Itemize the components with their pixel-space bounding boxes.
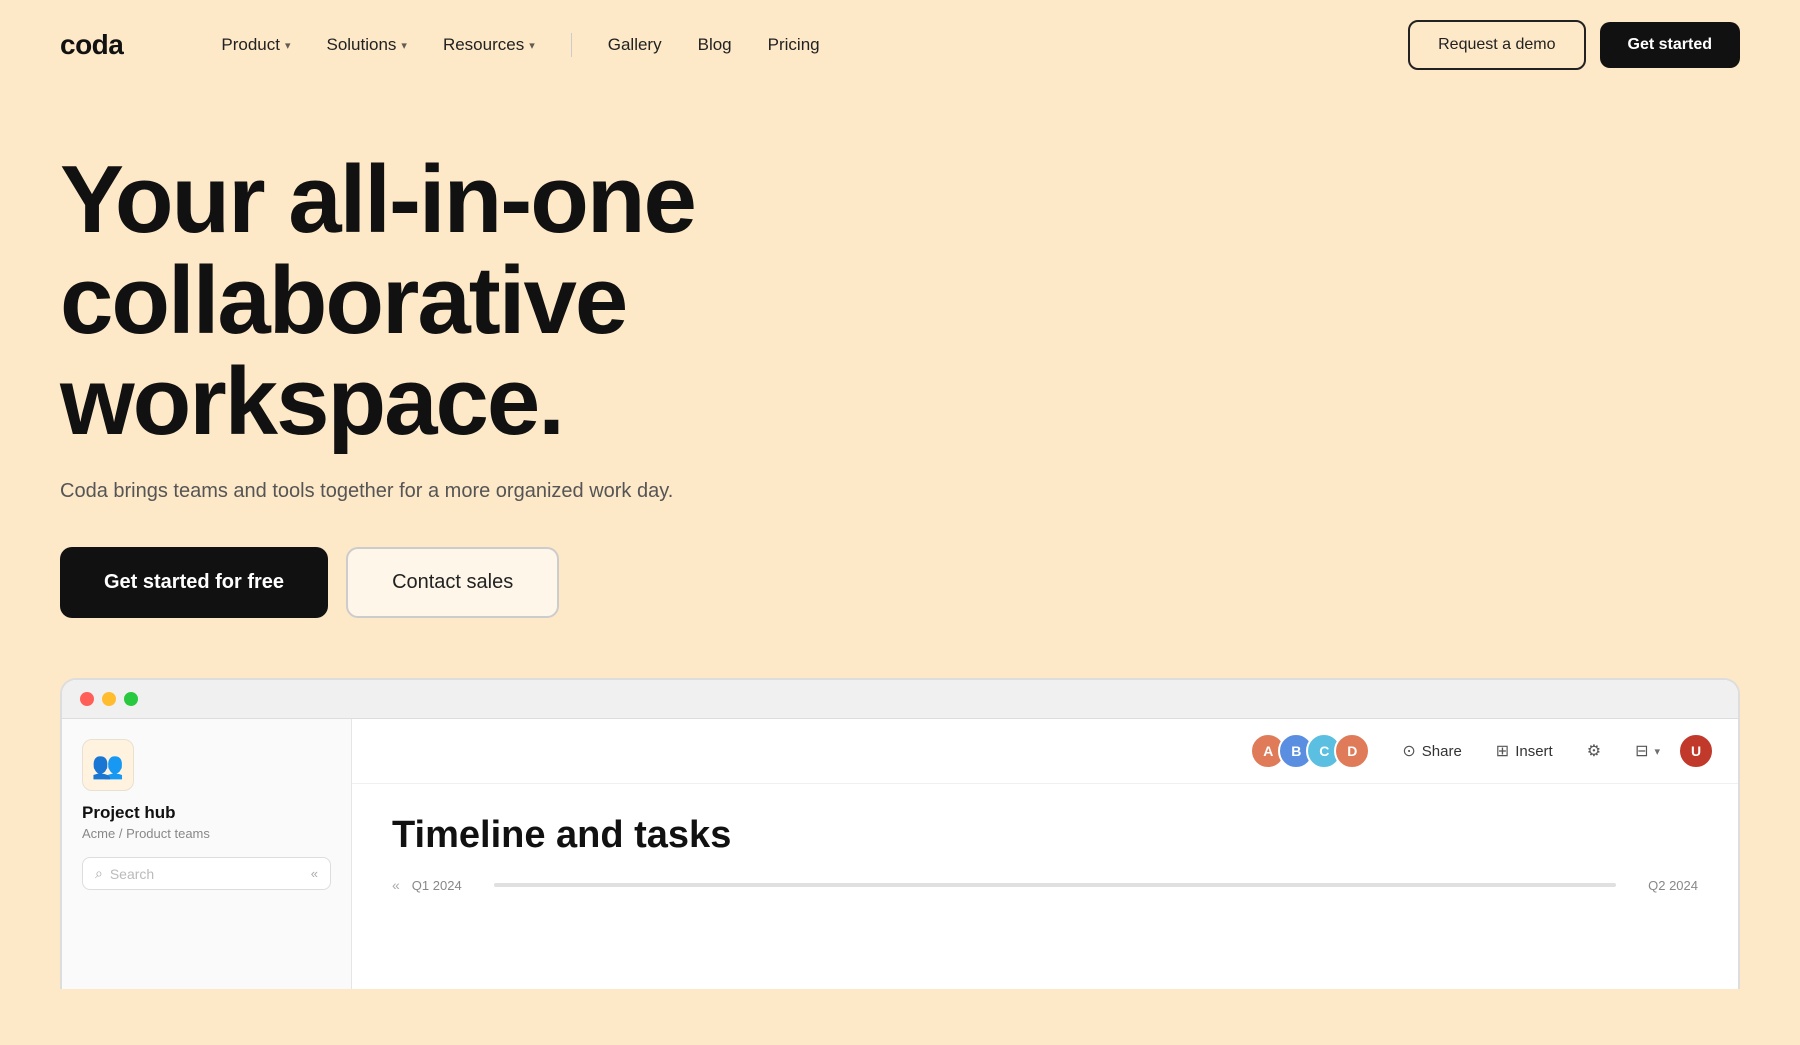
nav-product[interactable]: Product ▾ bbox=[203, 27, 308, 63]
nav-links: Product ▾ Solutions ▾ Resources ▾ Galler… bbox=[203, 27, 837, 63]
window-sidebar: 👥 Project hub Acme / Product teams ⌕ Sea… bbox=[62, 719, 352, 989]
chevron-down-icon: ▾ bbox=[401, 39, 407, 52]
doc-title: Timeline and tasks bbox=[392, 814, 1698, 857]
window-titlebar bbox=[62, 680, 1738, 719]
workspace-subtitle: Acme / Product teams bbox=[82, 826, 331, 841]
nav-pricing[interactable]: Pricing bbox=[750, 27, 838, 63]
window-toolbar: A B C D ⊙ Share ⊞ Insert ⚙ ⊟ bbox=[352, 719, 1738, 784]
timeline-bar: « Q1 2024 Q2 2024 bbox=[392, 877, 1698, 893]
collapse-icon[interactable]: « bbox=[311, 866, 318, 881]
timeline-q2-label: Q2 2024 bbox=[1648, 878, 1698, 893]
window-minimize-dot[interactable] bbox=[102, 692, 116, 706]
window-content-area: Timeline and tasks « Q1 2024 Q2 2024 bbox=[352, 784, 1738, 923]
share-icon: ⊙ bbox=[1402, 741, 1415, 761]
nav-actions: Request a demo Get started bbox=[1408, 20, 1740, 70]
hero-subtitle: Coda brings teams and tools together for… bbox=[60, 480, 680, 503]
chevron-down-icon: ▾ bbox=[529, 39, 535, 52]
nav-resources[interactable]: Resources ▾ bbox=[425, 27, 553, 63]
contact-sales-button[interactable]: Contact sales bbox=[346, 547, 559, 618]
get-started-nav-button[interactable]: Get started bbox=[1600, 22, 1740, 68]
app-window: 👥 Project hub Acme / Product teams ⌕ Sea… bbox=[60, 678, 1740, 989]
insert-button[interactable]: ⊞ Insert bbox=[1488, 736, 1561, 766]
timeline-q1-label: Q1 2024 bbox=[412, 878, 462, 893]
window-body: 👥 Project hub Acme / Product teams ⌕ Sea… bbox=[62, 719, 1738, 989]
sidebar-search[interactable]: ⌕ Search « bbox=[82, 857, 331, 890]
workspace-title: Project hub bbox=[82, 803, 331, 823]
window-maximize-dot[interactable] bbox=[124, 692, 138, 706]
gear-icon: ⚙ bbox=[1587, 741, 1601, 761]
nav-gallery[interactable]: Gallery bbox=[590, 27, 680, 63]
timeline-prev-icon[interactable]: « bbox=[392, 877, 400, 893]
avatar: D bbox=[1334, 733, 1370, 769]
chevron-down-icon: ▾ bbox=[285, 39, 291, 52]
user-avatar[interactable]: U bbox=[1678, 733, 1714, 769]
request-demo-button[interactable]: Request a demo bbox=[1408, 20, 1585, 70]
workspace-icon: 👥 bbox=[82, 739, 134, 791]
collaborator-avatars: A B C D bbox=[1250, 733, 1370, 769]
search-icon: ⌕ bbox=[95, 865, 103, 882]
search-placeholder: Search bbox=[110, 866, 154, 882]
nav-blog[interactable]: Blog bbox=[680, 27, 750, 63]
chevron-down-icon: ▾ bbox=[1654, 745, 1660, 758]
navigation: coda Product ▾ Solutions ▾ Resources ▾ G… bbox=[0, 0, 1800, 90]
logo[interactable]: coda bbox=[60, 29, 123, 61]
timeline-track bbox=[494, 883, 1616, 887]
nav-solutions[interactable]: Solutions ▾ bbox=[308, 27, 424, 63]
nav-divider bbox=[571, 33, 572, 57]
insert-icon: ⊞ bbox=[1496, 741, 1509, 761]
window-close-dot[interactable] bbox=[80, 692, 94, 706]
hero-section: Your all-in-one collaborative workspace.… bbox=[0, 90, 1800, 618]
settings-button[interactable]: ⚙ bbox=[1579, 736, 1609, 766]
share-button[interactable]: ⊙ Share bbox=[1394, 736, 1469, 766]
hero-title: Your all-in-one collaborative workspace. bbox=[60, 150, 960, 452]
hero-buttons: Get started for free Contact sales bbox=[60, 547, 1740, 618]
window-main: A B C D ⊙ Share ⊞ Insert ⚙ ⊟ bbox=[352, 719, 1738, 989]
get-started-free-button[interactable]: Get started for free bbox=[60, 547, 328, 618]
comment-icon: ⊟ bbox=[1635, 741, 1648, 761]
comment-button[interactable]: ⊟ ▾ bbox=[1627, 736, 1668, 766]
